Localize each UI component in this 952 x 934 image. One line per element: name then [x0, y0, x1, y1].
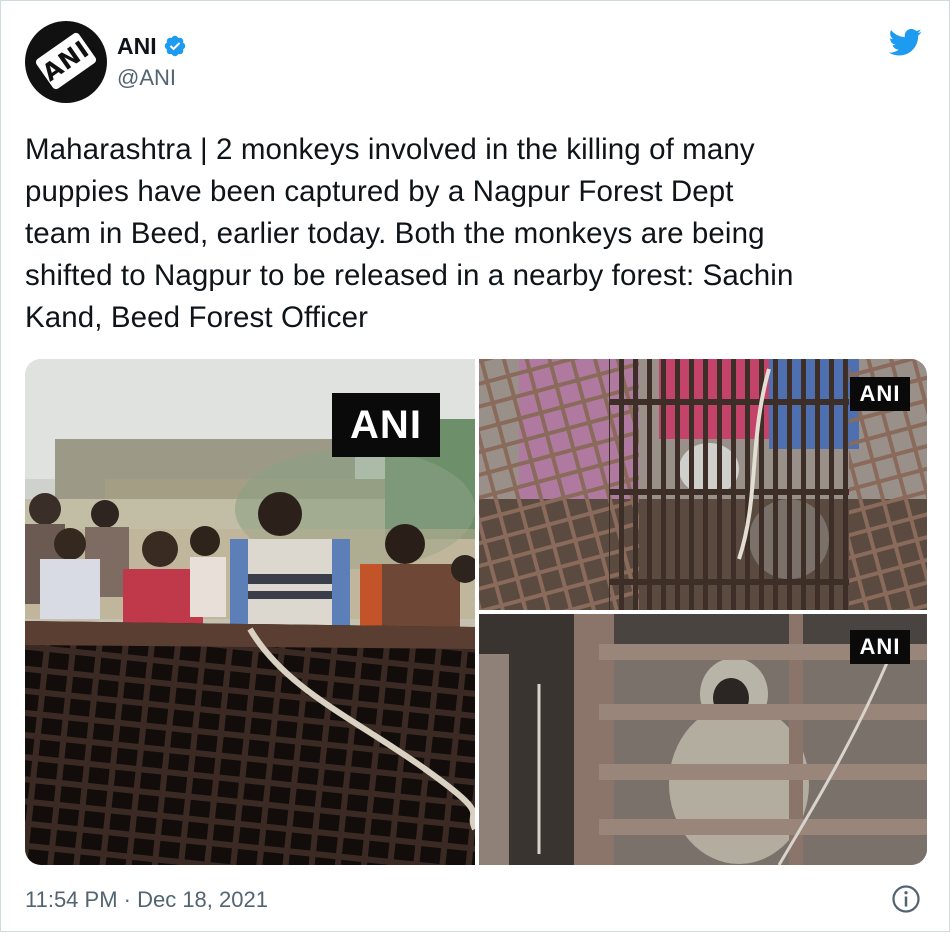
author-handle[interactable]: @ANI [117, 65, 187, 91]
avatar[interactable]: ANI [25, 21, 107, 103]
ani-watermark: ANI [850, 377, 910, 411]
twitter-bird-icon[interactable] [885, 25, 925, 59]
timestamp-link[interactable]: 11:54 PM · Dec 18, 2021 [25, 887, 268, 913]
tweet-card: ANI ANI @ANI Maharashtra | 2 monkeys inv… [0, 0, 950, 932]
photo-monkey-cage[interactable]: ANI [479, 359, 927, 610]
author-names: ANI @ANI [117, 31, 187, 91]
ani-logo: ANI [34, 31, 98, 91]
tweet-text: Maharashtra | 2 monkeys involved in the … [25, 133, 794, 334]
info-icon[interactable] [891, 884, 921, 914]
ani-watermark: ANI [332, 393, 440, 457]
tweet-footer: 11:54 PM · Dec 18, 2021 [25, 881, 925, 921]
author-display-name-row[interactable]: ANI [117, 31, 187, 61]
media-grid: ANI ANI ANI [25, 359, 927, 865]
photo-langur-in-cage[interactable]: ANI [479, 614, 927, 865]
avatar-logo-text: ANI [37, 35, 95, 87]
ani-watermark: ANI [850, 630, 910, 664]
author-display-name[interactable]: ANI [117, 33, 157, 60]
verified-badge-icon [164, 35, 185, 57]
tweet-header: ANI ANI @ANI [25, 21, 925, 105]
photo-crowd-with-cage[interactable]: ANI [25, 359, 475, 865]
